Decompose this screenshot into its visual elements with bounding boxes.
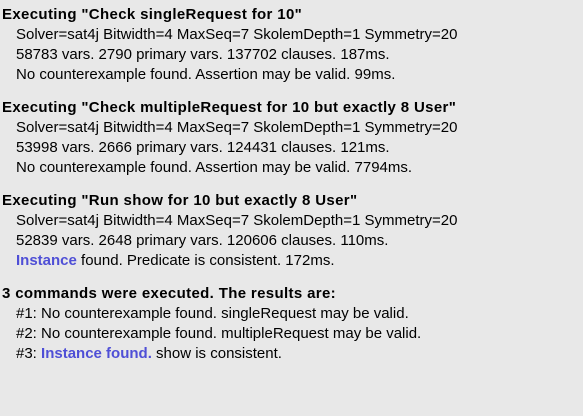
command-title: Executing "Check singleRequest for 10" (2, 6, 303, 23)
summary-item-3: #3: Instance found. show is consistent. (2, 344, 583, 364)
command-result: No counterexample found. Assertion may b… (16, 66, 396, 83)
command-block-3: Executing "Run show for 10 but exactly 8… (2, 191, 583, 271)
solver-settings: Solver=sat4j Bitwidth=4 MaxSeq=7 SkolemD… (16, 119, 458, 136)
output-log-panel[interactable]: Executing "Check singleRequest for 10" S… (0, 0, 583, 416)
command-result-text: found. Predicate is consistent. 172ms. (76, 252, 335, 269)
command-block-1: Executing "Check singleRequest for 10" S… (2, 5, 583, 85)
command-title: Executing "Run show for 10 but exactly 8… (2, 192, 358, 209)
solver-stats: 58783 vars. 2790 primary vars. 137702 cl… (16, 46, 390, 63)
solver-stats: 52839 vars. 2648 primary vars. 120606 cl… (16, 232, 389, 249)
summary-block: 3 commands were executed. The results ar… (2, 284, 583, 364)
solver-settings: Solver=sat4j Bitwidth=4 MaxSeq=7 SkolemD… (16, 26, 458, 43)
command-result: Instance found. Predicate is consistent.… (2, 251, 583, 271)
solver-stats: 53998 vars. 2666 primary vars. 124431 cl… (16, 139, 390, 156)
command-block-2: Executing "Check multipleRequest for 10 … (2, 98, 583, 178)
summary-item-3-text: show is consistent. (151, 345, 282, 362)
summary-item-2: #2: No counterexample found. multipleReq… (16, 325, 422, 342)
summary-item-3-prefix: #3: (16, 345, 42, 362)
command-title: Executing "Check multipleRequest for 10 … (2, 99, 457, 116)
instance-found-link[interactable]: Instance found. (41, 345, 152, 362)
solver-settings: Solver=sat4j Bitwidth=4 MaxSeq=7 SkolemD… (16, 212, 458, 229)
summary-title: 3 commands were executed. The results ar… (2, 285, 336, 302)
instance-link[interactable]: Instance (16, 252, 77, 269)
summary-item-1: #1: No counterexample found. singleReque… (16, 305, 409, 322)
command-result: No counterexample found. Assertion may b… (16, 159, 413, 176)
